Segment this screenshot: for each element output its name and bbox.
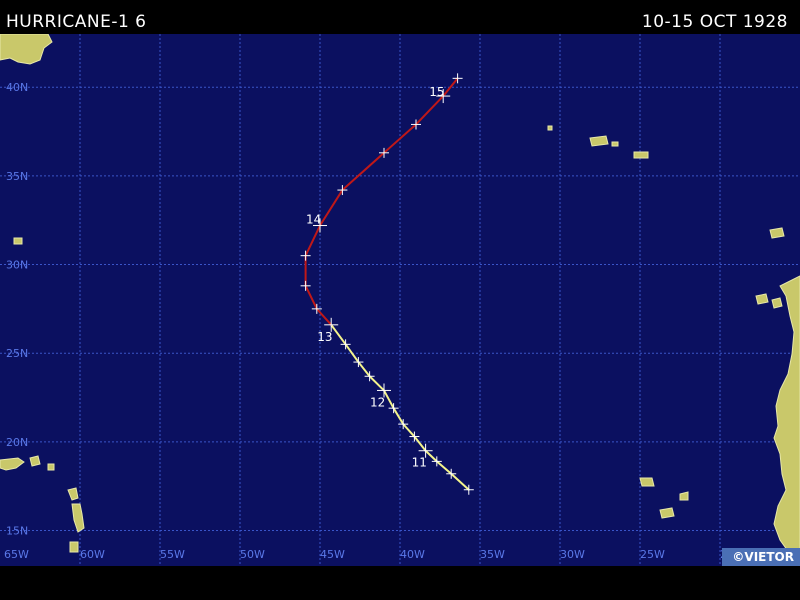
lon-tick-label: 55W bbox=[160, 548, 185, 561]
storm-dates: 10-15 OCT 1928 bbox=[641, 12, 788, 32]
lat-tick-label: 15N bbox=[6, 525, 28, 538]
landmass-madeira bbox=[769, 227, 785, 239]
lat-tick-label: 20N bbox=[6, 436, 28, 449]
lat-tick-label: 30N bbox=[6, 259, 28, 272]
lon-tick-label: 25W bbox=[640, 548, 665, 561]
lat-tick-label: 25N bbox=[6, 347, 28, 360]
lat-tick-label: 40N bbox=[6, 81, 28, 94]
lon-tick-label: 60W bbox=[80, 548, 105, 561]
lat-tick-label: 35N bbox=[6, 170, 28, 183]
day-label: 14 bbox=[306, 213, 321, 227]
lon-tick-label: 50W bbox=[240, 548, 265, 561]
landmass-azores-1 bbox=[589, 135, 609, 147]
landmass-azores-2 bbox=[633, 151, 649, 159]
landmass-caribbean-3 bbox=[47, 463, 55, 471]
lon-tick-label: 40W bbox=[400, 548, 425, 561]
storm-title: HURRICANE-1 6 bbox=[6, 12, 147, 32]
vietor-watermark: ©VIETOR bbox=[722, 548, 800, 566]
landmass-azores-3 bbox=[611, 141, 619, 147]
track-map: 11 12 13 14 15 65W 60W 55W 50W 45W 40W 35W 30W 25W 20… bbox=[0, 34, 800, 566]
day-label: 11 bbox=[412, 456, 427, 470]
day-label: 15 bbox=[429, 85, 444, 99]
lon-tick-label: 30W bbox=[560, 548, 585, 561]
landmass-caribbean-2 bbox=[29, 455, 41, 467]
lon-tick-label: 45W bbox=[320, 548, 345, 561]
lon-tick-label: 65W bbox=[4, 548, 29, 561]
day-label: 13 bbox=[317, 330, 332, 344]
day-label: 12 bbox=[370, 395, 385, 409]
landmass-caribbean-6 bbox=[69, 541, 79, 553]
lon-tick-label: 35W bbox=[480, 548, 505, 561]
